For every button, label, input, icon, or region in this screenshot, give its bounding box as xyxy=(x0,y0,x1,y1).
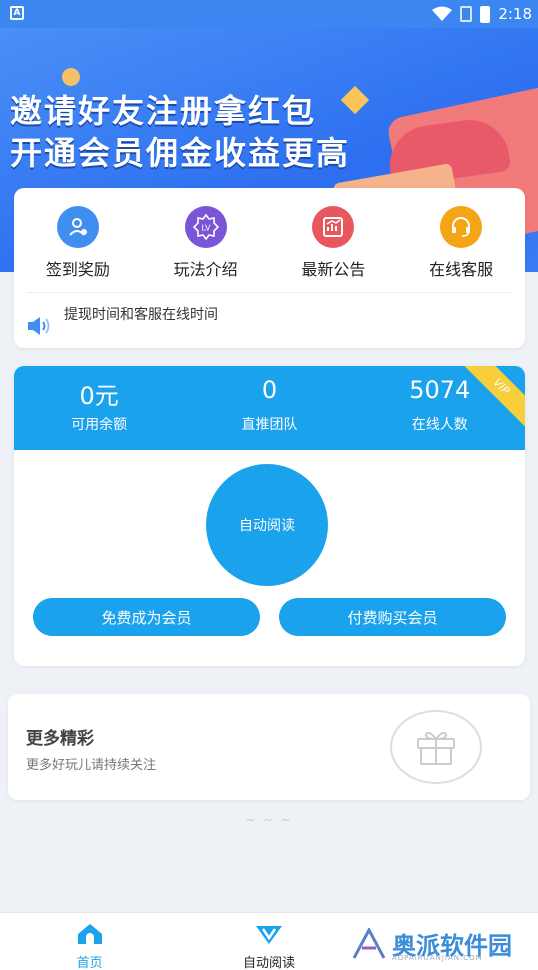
account-stats-card: 0元 可用余额 0 直推团队 5074 在线人数 VIP 自动阅读 免费成为会员… xyxy=(14,366,525,666)
banner-headline-1: 邀请好友注册拿红包 xyxy=(10,92,317,130)
stat-caption: 在线人数 xyxy=(411,417,468,433)
watermark: 奥派软件园 AOPAIRUANJIAN.COM xyxy=(352,926,512,962)
wifi-icon xyxy=(432,6,453,21)
banner-headline-2: 开通会员佣金收益更高 xyxy=(10,134,351,172)
stat-caption: 可用余额 xyxy=(71,417,128,433)
stat-value: 0元 xyxy=(79,382,119,410)
auto-read-button[interactable]: 自动阅读 xyxy=(206,464,328,586)
more-subtitle: 更多好玩儿请持续关注 xyxy=(26,758,157,773)
lv-text: LV xyxy=(201,224,211,233)
speaker-icon xyxy=(28,317,50,335)
diamond-graphic xyxy=(340,85,370,115)
home-icon xyxy=(77,924,102,944)
menu-label: 在线客服 xyxy=(429,260,494,279)
gift-icon xyxy=(390,710,482,784)
v-diamond-icon xyxy=(255,926,282,944)
stat-value: 0 xyxy=(261,376,278,404)
stat-team: 0 直推团队 xyxy=(184,366,354,450)
menu-label: 签到奖励 xyxy=(45,260,110,279)
menu-item-support[interactable]: 在线客服 xyxy=(397,206,525,279)
stat-balance: 0元 可用余额 xyxy=(14,366,184,450)
divider xyxy=(26,292,513,293)
watermark-subtext: AOPAIRUANJIAN.COM xyxy=(392,954,483,962)
chart-icon xyxy=(312,206,355,248)
battery-icon xyxy=(480,5,491,23)
more-card[interactable]: 更多精彩 更多好玩儿请持续关注 xyxy=(8,694,530,800)
menu-item-checkin[interactable]: 签到奖励 xyxy=(14,206,142,279)
menu-item-howto[interactable]: LV 玩法介绍 xyxy=(142,206,270,279)
clock: 2:18 xyxy=(498,5,532,23)
headset-icon xyxy=(440,206,483,248)
stat-caption: 直推团队 xyxy=(241,417,298,433)
lv-badge-icon: LV xyxy=(184,206,227,248)
nav-auto-read[interactable]: 自动阅读 xyxy=(179,913,358,970)
user-check-icon xyxy=(56,206,99,248)
end-marker: ~ ~ ~ xyxy=(245,813,293,827)
buy-member-button[interactable]: 付费购买会员 xyxy=(279,598,506,636)
nav-label: 自动阅读 xyxy=(242,956,295,970)
status-bar: A 2:18 xyxy=(0,0,538,28)
nav-home[interactable]: 首页 xyxy=(0,913,179,970)
menu-label: 最新公告 xyxy=(301,260,366,279)
app-notification-icon: A xyxy=(10,6,24,20)
notice-bar[interactable]: 提现时间和客服在线时间 xyxy=(26,300,218,338)
stats-header: 0元 可用余额 0 直推团队 5074 在线人数 VIP xyxy=(14,366,525,450)
menu-label: 玩法介绍 xyxy=(173,260,238,279)
more-title: 更多精彩 xyxy=(26,729,94,749)
watermark-logo-icon xyxy=(352,927,386,959)
notice-text: 提现时间和客服在线时间 xyxy=(64,307,218,323)
quick-menu-card: 签到奖励 LV 玩法介绍 最新公告 在线客服 提现时间和客服在线时间 xyxy=(14,188,525,348)
nav-label: 首页 xyxy=(76,956,103,970)
menu-item-announcements[interactable]: 最新公告 xyxy=(270,206,398,279)
free-member-button[interactable]: 免费成为会员 xyxy=(33,598,260,636)
no-sim-icon xyxy=(460,6,473,22)
